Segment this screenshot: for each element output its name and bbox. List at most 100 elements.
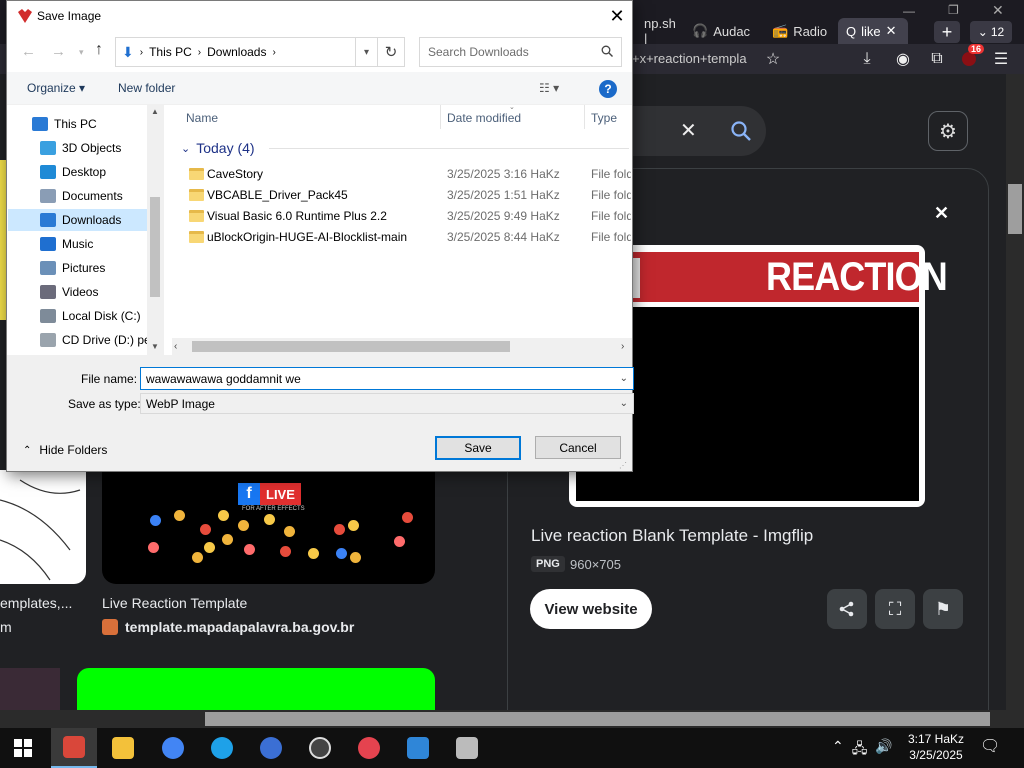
nav-item-this-pc[interactable]: This PC (32, 113, 148, 135)
file-row[interactable]: CaveStory 3/25/2025 3:16 HaKz File folder (165, 163, 631, 184)
nav-item-pictures[interactable]: Pictures (40, 257, 156, 279)
save-button[interactable]: Save (435, 436, 521, 460)
nav-item-documents[interactable]: Documents (40, 185, 156, 207)
left-thumbnail-caption[interactable]: emplates,... (0, 595, 72, 611)
scroll-down-icon[interactable]: ▼ (151, 342, 159, 351)
nav-item-3d-objects[interactable]: 3D Objects (40, 137, 156, 159)
new-tab-button[interactable]: + (934, 21, 960, 43)
back-arrow-icon[interactable]: ← (21, 43, 36, 60)
extensions-icon[interactable]: ⧉ (926, 48, 948, 70)
recent-locations-icon[interactable]: ▾ (79, 47, 84, 58)
nav-item-videos[interactable]: Videos (40, 281, 156, 303)
cancel-button[interactable]: Cancel (535, 436, 621, 459)
organize-button[interactable]: Organize ▾ (27, 81, 85, 95)
refresh-icon[interactable]: ↻ (377, 37, 405, 67)
volume-icon[interactable]: 🔊 (875, 738, 892, 762)
column-header-type[interactable]: Type (591, 111, 617, 125)
fullscreen-icon[interactable]: ⛶ (875, 589, 915, 629)
browser-tab[interactable]: 📻 Radio (764, 18, 832, 44)
hide-folders-toggle[interactable]: ⌃ Hide Folders (23, 443, 107, 457)
address-dropdown-icon[interactable]: ▾ (355, 37, 377, 67)
taskbar-app-firefox[interactable] (51, 728, 97, 768)
internet-explorer-icon (211, 737, 233, 759)
change-view-icon[interactable]: ☷ ▾ (539, 81, 559, 95)
result-title[interactable]: Live reaction Blank Template - Imgflip (531, 526, 813, 546)
nav-pane-scroll-thumb[interactable] (150, 197, 160, 297)
file-row[interactable]: Visual Basic 6.0 Runtime Plus 2.2 3/25/20… (165, 205, 631, 226)
taskbar-app-internet-explorer[interactable] (199, 728, 245, 768)
menu-icon[interactable]: ☰ (990, 48, 1012, 70)
dark-thumbnail[interactable] (0, 668, 60, 712)
tab-close-icon[interactable]: ✕ (886, 23, 897, 39)
taskbar-app-calendar[interactable] (444, 728, 490, 768)
file-row[interactable]: uBlockOrigin-HUGE-AI-Blocklist-main 3/25/… (165, 226, 631, 247)
scroll-left-icon[interactable]: ‹ (174, 341, 177, 352)
report-flag-icon[interactable]: ⚑ (923, 589, 963, 629)
group-header-today[interactable]: ⌄ Today (4) (181, 140, 255, 156)
file-name-input[interactable]: wawawawawa goddamnit we ⌄ (140, 367, 634, 390)
restore-icon[interactable]: ❐ (948, 3, 959, 17)
green-screen-thumbnail[interactable] (77, 668, 435, 712)
column-header-date[interactable]: Date modified (447, 111, 521, 125)
bookmark-star-icon[interactable]: ☆ (762, 48, 784, 70)
taskbar-app-globe[interactable] (248, 728, 294, 768)
page-vertical-scroll-thumb[interactable] (1008, 184, 1022, 234)
chevron-up-icon[interactable]: ⌃ (832, 738, 844, 762)
breadcrumb-this-pc[interactable]: This PC (149, 45, 192, 59)
network-icon[interactable]: 🖧 (852, 738, 868, 762)
file-list-scroll-thumb[interactable] (192, 341, 510, 352)
nav-item-music[interactable]: Music (40, 233, 156, 255)
minimize-icon[interactable]: — (903, 4, 915, 18)
browser-tab[interactable]: 🎧 Audac (684, 18, 756, 44)
live-reaction-source[interactable]: template.mapadapalavra.ba.gov.br (102, 619, 354, 635)
dialog-close-icon[interactable]: ✕ (604, 3, 630, 29)
left-thumbnail-source[interactable]: m (0, 619, 12, 635)
search-icon[interactable] (730, 120, 752, 145)
nav-item-downloads[interactable]: Downloads (8, 209, 147, 231)
scroll-up-icon[interactable]: ▲ (151, 107, 159, 116)
search-downloads-input[interactable]: Search Downloads (419, 37, 622, 67)
image-dimensions: 960×705 (570, 557, 621, 572)
taskbar-clock[interactable]: 3:17 HaKz 3/25/2025 (900, 731, 972, 763)
clear-search-icon[interactable]: ✕ (680, 118, 697, 143)
up-arrow-icon[interactable]: ↑ (95, 41, 103, 59)
forward-arrow-icon[interactable]: → (51, 43, 66, 60)
taskbar-app-file-explorer[interactable] (100, 728, 146, 768)
browser-tab[interactable]: np.sh | (636, 16, 676, 46)
close-panel-icon[interactable]: ✕ (934, 203, 949, 224)
settings-gear-icon[interactable]: ⚙ (928, 111, 968, 151)
column-header-name[interactable]: Name (186, 111, 218, 125)
taskbar-app-obs[interactable] (297, 728, 343, 768)
save-type-select[interactable]: WebP Image ⌄ (140, 393, 634, 414)
tab-list-button[interactable]: ⌄ 12 (970, 21, 1012, 43)
new-folder-button[interactable]: New folder (118, 81, 175, 95)
nav-item-cd-drive[interactable]: CD Drive (D:) pe (40, 329, 156, 351)
live-reaction-caption[interactable]: Live Reaction Template (102, 595, 247, 611)
page-vertical-scrollbar[interactable] (1006, 74, 1024, 710)
file-name: uBlockOrigin-HUGE-AI-Blocklist-main (207, 229, 408, 244)
chevron-right-icon: › (272, 46, 276, 58)
account-icon[interactable]: ◉ (892, 48, 914, 70)
resize-grip-icon[interactable]: ⋰ (619, 461, 627, 470)
view-website-button[interactable]: View website (530, 589, 652, 629)
taskbar-app-blue[interactable] (395, 728, 441, 768)
notifications-icon[interactable]: 🗨 (980, 736, 1000, 756)
window-close-icon[interactable]: ✕ (992, 2, 1004, 19)
preview-banner-text: REACTION (766, 255, 948, 299)
nav-item-local-disk[interactable]: Local Disk (C:) (40, 305, 156, 327)
start-button[interactable] (0, 728, 46, 768)
help-icon[interactable]: ? (599, 80, 617, 98)
browser-tab-active[interactable]: Qlike ✕ (838, 18, 908, 44)
taskbar-app-chrome[interactable] (150, 728, 196, 768)
page-horizontal-scroll-thumb[interactable] (205, 712, 990, 726)
nav-item-desktop[interactable]: Desktop (40, 161, 156, 183)
downloads-icon[interactable]: ⤓ (856, 48, 878, 70)
left-thumbnail[interactable] (0, 470, 86, 584)
chevron-down-icon[interactable]: ⌄ (620, 373, 628, 384)
taskbar-app-swirl[interactable] (346, 728, 392, 768)
share-icon[interactable] (827, 589, 867, 629)
file-row[interactable]: VBCABLE_Driver_Pack45 3/25/2025 1:51 HaKz… (165, 184, 631, 205)
breadcrumb-downloads[interactable]: Downloads (207, 45, 266, 59)
scroll-right-icon[interactable]: › (621, 341, 624, 352)
url-bar[interactable]: +x+reaction+templa (632, 51, 747, 66)
